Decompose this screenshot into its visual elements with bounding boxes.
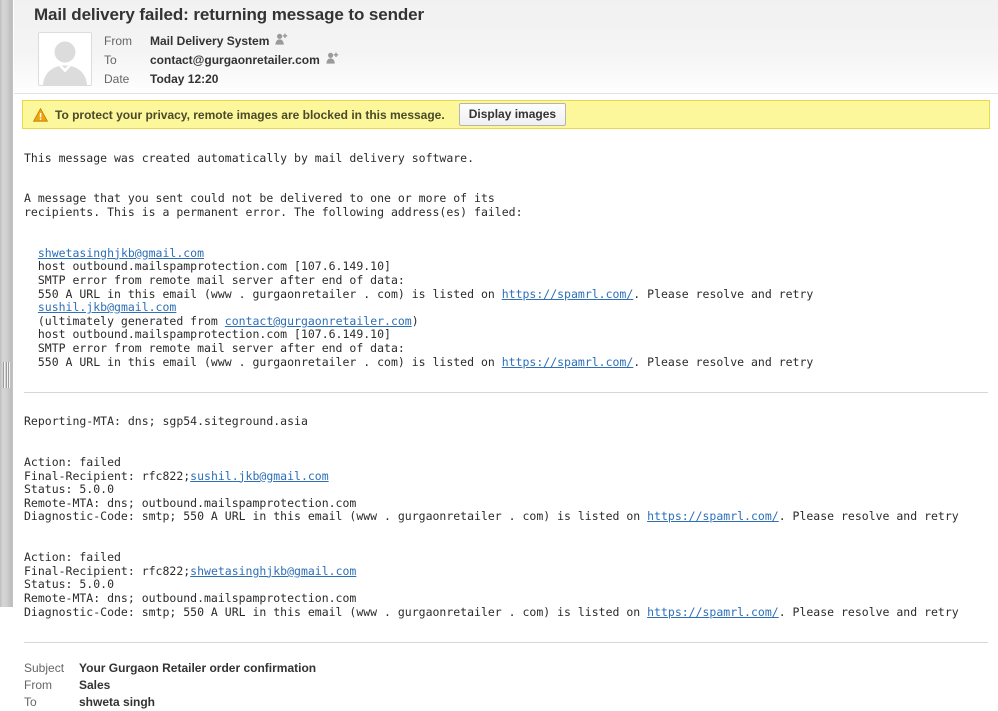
spacer <box>24 165 988 179</box>
failure-smtp-line-1: SMTP error from remote mail server after… <box>24 273 405 287</box>
original-value-from: Sales <box>79 678 110 692</box>
dsn-2-final-recipient-prefix: Final-Recipient: rfc822; <box>24 564 190 578</box>
generated-from-suffix: ) <box>412 314 419 328</box>
warning-triangle-icon <box>33 108 48 122</box>
reporting-mta-line: Reporting-MTA: dns; sgp54.siteground.asi… <box>24 414 308 428</box>
original-row-to: To shweta singh <box>24 694 998 711</box>
failure-smtp-line-2: SMTP error from remote mail server after… <box>24 341 405 355</box>
display-images-button[interactable]: Display images <box>459 103 566 126</box>
message-content: Mail delivery failed: returning message … <box>14 0 998 607</box>
dsn-1-final-recipient-prefix: Final-Recipient: rfc822; <box>24 469 190 483</box>
header-row-to: To contact@gurgaonretailer.com <box>104 50 339 69</box>
header-label-to: To <box>104 53 150 67</box>
failed-recipient-link-1[interactable]: shwetasinghjkb@gmail.com <box>38 246 204 260</box>
spam-list-link[interactable]: https://spamrl.com/ <box>502 355 634 369</box>
header-label-from: From <box>104 34 150 48</box>
original-value-subject: Your Gurgaon Retailer order confirmation <box>79 661 316 675</box>
grip-line <box>8 362 10 388</box>
message-subject-title: Mail delivery failed: returning message … <box>34 5 424 25</box>
header-value-from: Mail Delivery System <box>150 34 269 48</box>
body-explanation-line-2: recipients. This is a permanent error. T… <box>24 205 523 219</box>
failure-host-line-2: host outbound.mailspamprotection.com [10… <box>24 327 391 341</box>
original-value-to: shweta singh <box>79 695 155 709</box>
header-label-date: Date <box>104 72 150 86</box>
dsn-2-action: Action: failed <box>24 550 121 564</box>
add-contact-icon[interactable] <box>275 33 288 48</box>
dsn-1-status: Status: 5.0.0 <box>24 482 114 496</box>
failure-error-suffix-1: . Please resolve and retry <box>633 287 813 301</box>
mail-reader-pane: Mail delivery failed: returning message … <box>0 0 998 607</box>
failed-recipient-link-2[interactable]: sushil.jkb@gmail.com <box>38 300 176 314</box>
header-fields: From Mail Delivery System To contact@gur… <box>104 31 339 88</box>
spacer <box>24 220 988 234</box>
spam-list-link[interactable]: https://spamrl.com/ <box>647 509 779 523</box>
pane-splitter[interactable] <box>0 0 13 607</box>
section-divider-original-message <box>24 642 988 643</box>
person-placeholder-avatar-icon <box>39 33 91 85</box>
failure-error-suffix-2: . Please resolve and retry <box>633 355 813 369</box>
dsn-1-diagnostic-prefix: Diagnostic-Code: smtp; 550 A URL in this… <box>24 509 647 523</box>
message-header: Mail delivery failed: returning message … <box>14 0 998 94</box>
avatar <box>38 32 92 86</box>
body-intro-line: This message was created automatically b… <box>24 151 474 165</box>
spacer <box>24 429 988 443</box>
delivery-status-notification: Reporting-MTA: dns; sgp54.siteground.asi… <box>14 402 998 633</box>
failure-host-line-1: host outbound.mailspamprotection.com [10… <box>24 259 391 273</box>
splitter-grip-handle[interactable] <box>3 362 10 388</box>
original-label-to: To <box>24 695 79 709</box>
remote-images-blocked-banner: To protect your privacy, remote images a… <box>22 100 990 129</box>
failure-error-prefix-2: 550 A URL in this email (www . gurgaonre… <box>24 355 502 369</box>
spacer <box>24 524 988 538</box>
message-body-text: This message was created automatically b… <box>14 138 998 383</box>
section-divider-dsn <box>24 392 988 393</box>
failure-error-prefix-1: 550 A URL in this email (www . gurgaonre… <box>24 287 502 301</box>
body-explanation-line-1: A message that you sent could not be del… <box>24 191 495 205</box>
add-contact-icon[interactable] <box>326 52 339 67</box>
dsn-2-status: Status: 5.0.0 <box>24 577 114 591</box>
original-label-from: From <box>24 678 79 692</box>
original-message-headers: Subject Your Gurgaon Retailer order conf… <box>14 652 998 711</box>
dsn-2-remote-mta: Remote-MTA: dns; outbound.mailspamprotec… <box>24 591 356 605</box>
dsn-1-final-recipient-link[interactable]: sushil.jkb@gmail.com <box>190 469 328 483</box>
dsn-2-final-recipient-link[interactable]: shwetasinghjkb@gmail.com <box>190 564 356 578</box>
spam-list-link[interactable]: https://spamrl.com/ <box>502 287 634 301</box>
header-row-from: From Mail Delivery System <box>104 31 339 50</box>
header-row-date: Date Today 12:20 <box>104 69 339 88</box>
header-value-date: Today 12:20 <box>150 72 218 86</box>
dsn-1-remote-mta: Remote-MTA: dns; outbound.mailspamprotec… <box>24 496 356 510</box>
privacy-banner-message: To protect your privacy, remote images a… <box>55 108 445 122</box>
header-value-to: contact@gurgaonretailer.com <box>150 53 320 67</box>
generated-from-prefix: (ultimately generated from <box>24 314 225 328</box>
original-row-from: From Sales <box>24 677 998 694</box>
dsn-1-action: Action: failed <box>24 455 121 469</box>
dsn-1-diagnostic-suffix: . Please resolve and retry <box>779 509 959 523</box>
original-row-subject: Subject Your Gurgaon Retailer order conf… <box>24 660 998 677</box>
original-label-subject: Subject <box>24 661 79 675</box>
generated-from-link[interactable]: contact@gurgaonretailer.com <box>225 314 412 328</box>
